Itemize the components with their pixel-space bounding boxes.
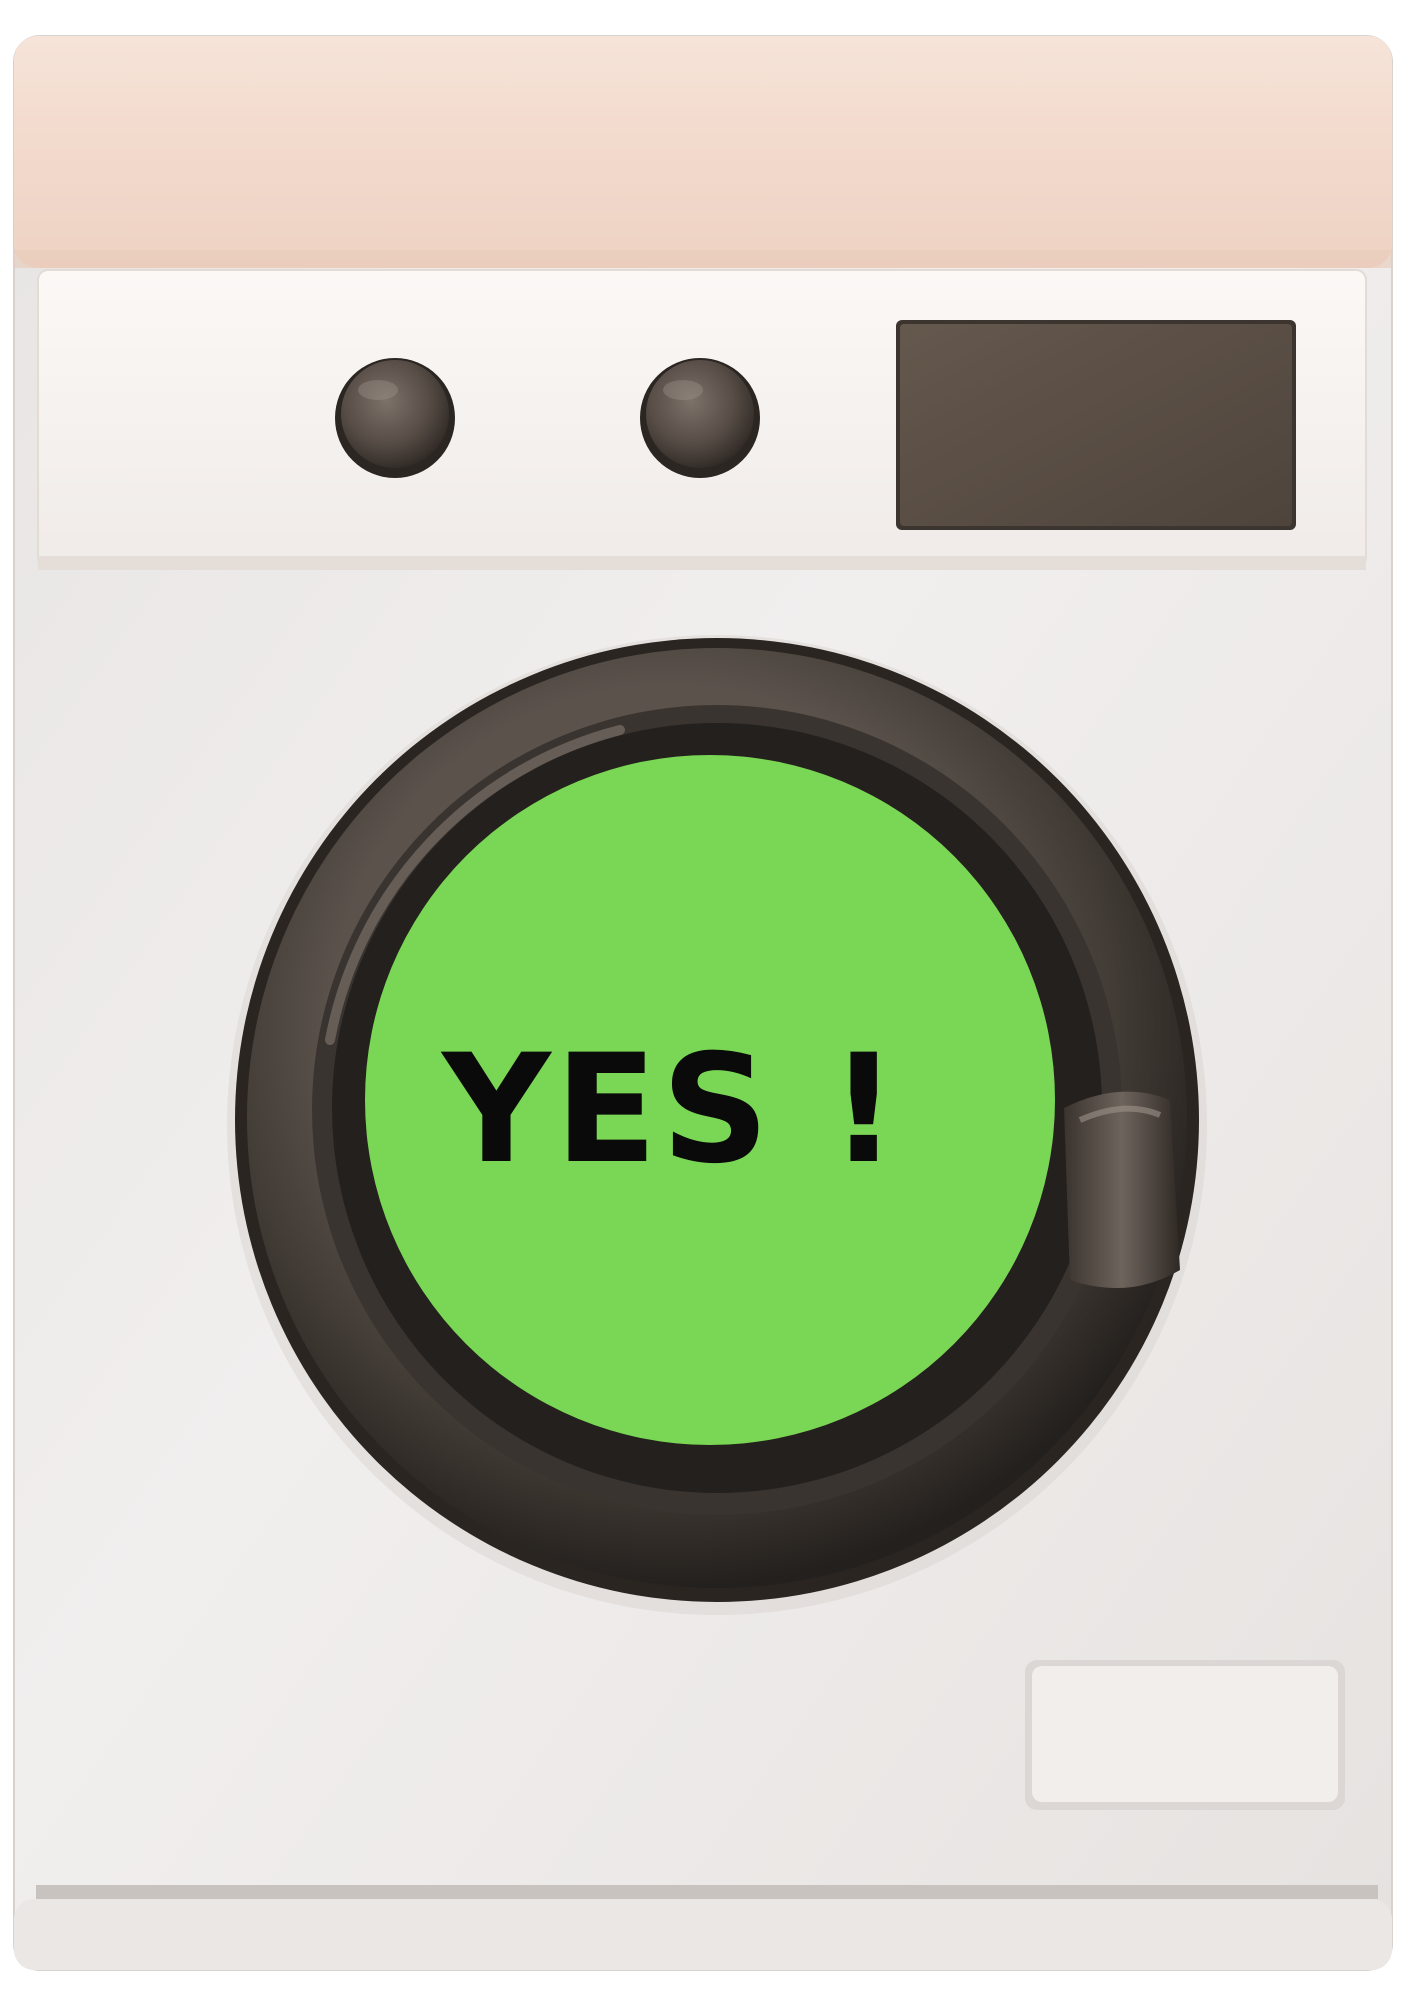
knob-icon[interactable] [335, 358, 455, 478]
machine-top [14, 36, 1392, 268]
detergent-drawer-icon[interactable] [1025, 1660, 1345, 1810]
knob-icon[interactable] [640, 358, 760, 478]
door-handle-icon[interactable] [1064, 1091, 1180, 1288]
machine-base [36, 1885, 1378, 1899]
display-panel-icon [896, 320, 1296, 530]
window-message: YES ! [442, 1023, 902, 1197]
